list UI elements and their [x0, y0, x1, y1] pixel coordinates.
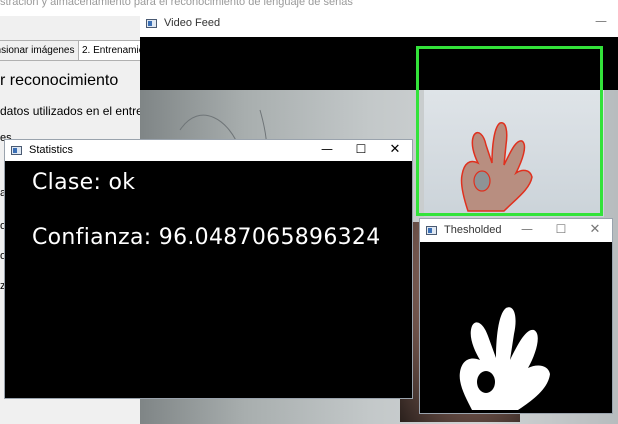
close-button[interactable]: ✕	[378, 142, 412, 157]
window-app-icon	[146, 19, 157, 28]
background-tab-bar: ensionar imágenes 2. Entrenamie	[0, 40, 166, 61]
statistics-canvas: Clase: ok Confianza: 96.0487065896324	[5, 161, 412, 398]
thresholded-titlebar[interactable]: Thesholded — ☐ ✕	[420, 219, 612, 242]
detection-bounding-box	[416, 46, 603, 216]
statistics-titlebar[interactable]: Statistics — ☐ ✕	[5, 140, 412, 161]
background-description: datos utilizados en el entre	[0, 104, 143, 118]
minimize-button[interactable]: —	[310, 142, 344, 156]
video-feed-titlebar[interactable]: Video Feed —	[140, 10, 618, 37]
background-heading: r reconocimiento	[0, 72, 119, 89]
binary-hand-mask	[459, 307, 550, 410]
window-app-icon	[11, 146, 22, 155]
minimize-button[interactable]: —	[510, 222, 544, 236]
background-app-title: stración y almacenamiento para el recono…	[0, 0, 353, 8]
thresholded-canvas	[420, 242, 612, 413]
video-feed-title: Video Feed	[164, 17, 221, 29]
window-app-icon	[426, 226, 437, 235]
statistics-window[interactable]: Statistics — ☐ ✕ Clase: ok Confianza: 96…	[5, 140, 412, 398]
thresholded-title: Thesholded	[444, 224, 502, 236]
thresholded-window[interactable]: Thesholded — ☐ ✕	[420, 219, 612, 413]
predicted-class-label: Clase: ok	[32, 170, 136, 195]
statistics-title: Statistics	[29, 144, 74, 156]
maximize-button[interactable]: ☐	[344, 142, 378, 156]
minimize-button[interactable]: —	[584, 14, 618, 28]
close-button[interactable]: ✕	[578, 222, 612, 237]
tab-dimension-images[interactable]: ensionar imágenes	[0, 40, 82, 60]
maximize-button[interactable]: ☐	[544, 222, 578, 236]
confidence-label: Confianza: 96.0487065896324	[32, 225, 381, 250]
